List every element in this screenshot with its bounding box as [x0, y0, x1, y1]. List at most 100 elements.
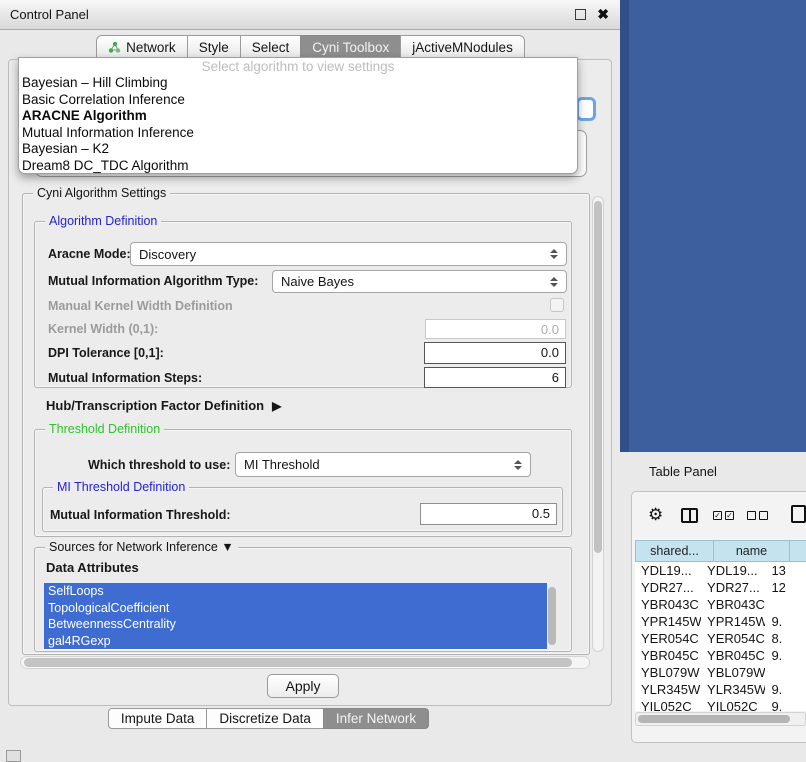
- mi-steps-field[interactable]: 6: [424, 367, 566, 388]
- tab-impute-data[interactable]: Impute Data: [108, 708, 208, 729]
- group-title: Cyni Algorithm Settings: [33, 186, 170, 200]
- unchecked-box-icon: [747, 511, 756, 520]
- table-cell: 12: [765, 579, 806, 596]
- checked-box-icon: ✓: [713, 511, 722, 520]
- desktop-background: GALGAL80GAL10GAL1GAL11SWI4GAL4GCY1HAP4YH…: [620, 0, 806, 452]
- tab-discretize-data[interactable]: Discretize Data: [206, 708, 324, 729]
- control-panel-tabbar: Network Style Select Cyni Toolbox jActiv…: [0, 33, 620, 59]
- table-cell: 8.: [765, 630, 806, 647]
- hub-definition-expander[interactable]: Hub/Transcription Factor Definition▶: [46, 398, 281, 413]
- float-window-icon[interactable]: [575, 9, 586, 20]
- mi-threshold-field[interactable]: 0.5: [420, 503, 557, 525]
- attribute-item-selected[interactable]: gal4RGexp: [44, 633, 547, 650]
- apply-button[interactable]: Apply: [267, 674, 339, 698]
- gear-icon[interactable]: ⚙: [648, 505, 663, 525]
- tab-cyni-toolbox[interactable]: Cyni Toolbox: [300, 35, 401, 59]
- tab-label: Select: [252, 40, 290, 55]
- table-row[interactable]: YER054CYER054C8.: [635, 630, 806, 647]
- mi-type-label: Mutual Information Algorithm Type:: [48, 274, 258, 288]
- table-cell: YLR345W: [635, 681, 701, 698]
- network-icon: [108, 41, 121, 54]
- tab-style[interactable]: Style: [187, 35, 241, 59]
- table-cell: 13: [765, 562, 806, 579]
- table-panel-title: Table Panel: [649, 464, 717, 479]
- unchecked-box-icon: [759, 511, 768, 520]
- tab-infer-network[interactable]: Infer Network: [323, 708, 429, 729]
- attributes-scrollbar[interactable]: [548, 587, 556, 645]
- tab-label: Discretize Data: [219, 711, 311, 726]
- settings-horizontal-scrollbar[interactable]: [20, 656, 590, 669]
- algorithm-option[interactable]: ARACNE Algorithm: [19, 108, 577, 125]
- table-cell: [765, 664, 806, 681]
- tab-label: jActiveMNodules: [412, 40, 513, 55]
- scrollbar-thumb[interactable]: [24, 658, 572, 667]
- algorithm-option[interactable]: Mutual Information Inference: [19, 125, 577, 142]
- tab-network[interactable]: Network: [96, 35, 188, 59]
- chevron-right-icon: ▶: [272, 399, 281, 413]
- aracne-mode-combobox[interactable]: Discovery: [130, 242, 567, 266]
- table-cell: YIL052C: [635, 698, 701, 711]
- manual-kernel-checkbox[interactable]: [550, 298, 564, 312]
- export-icon[interactable]: [791, 505, 806, 523]
- attribute-item-selected[interactable]: BetweennessCentrality: [44, 616, 547, 633]
- table-row[interactable]: YPR145WYPR145W9.: [635, 613, 806, 630]
- table-row[interactable]: YLR345WYLR345W9.: [635, 681, 806, 698]
- settings-vertical-scrollbar[interactable]: [592, 196, 604, 652]
- tab-select[interactable]: Select: [240, 35, 302, 59]
- attribute-item-selected[interactable]: SelfLoops: [44, 583, 547, 600]
- columns-icon[interactable]: [681, 508, 698, 523]
- mi-type-value: Naive Bayes: [281, 274, 354, 289]
- table-row[interactable]: YIL052CYIL052C9.: [635, 698, 806, 711]
- group-title: Algorithm Definition: [45, 214, 161, 228]
- tab-label: Cyni Toolbox: [312, 40, 389, 55]
- table-cell: 9.: [765, 698, 806, 711]
- table-row[interactable]: YBR045CYBR045C9.: [635, 647, 806, 664]
- table-cell: YDR27...: [635, 579, 701, 596]
- kernel-width-field[interactable]: 0.0: [425, 319, 566, 339]
- table-row[interactable]: YBR043CYBR043C: [635, 596, 806, 613]
- group-title: Threshold Definition: [45, 422, 164, 436]
- scrollbar-thumb[interactable]: [638, 715, 790, 723]
- which-threshold-combobox[interactable]: MI Threshold: [235, 452, 531, 477]
- algorithm-option[interactable]: Bayesian – Hill Climbing: [19, 75, 577, 92]
- table-cell: [765, 596, 806, 613]
- column-header-name[interactable]: name: [713, 540, 790, 562]
- algorithm-placeholder: Select algorithm to view settings: [19, 58, 577, 75]
- chevron-down-icon[interactable]: ▼: [221, 540, 233, 554]
- algorithm-option[interactable]: Dream8 DC_TDC Algorithm: [19, 158, 577, 175]
- algorithm-option[interactable]: Bayesian – K2: [19, 141, 577, 158]
- algorithm-option[interactable]: Basic Correlation Inference: [19, 92, 577, 109]
- scrollbar-thumb[interactable]: [594, 201, 602, 553]
- table-cell: YER054C: [635, 630, 701, 647]
- column-header-shared-name[interactable]: shared...: [635, 540, 714, 562]
- table-row[interactable]: YBL079WYBL079W: [635, 664, 806, 681]
- column-header-partial[interactable]: A: [789, 540, 806, 562]
- dpi-tolerance-field[interactable]: 0.0: [424, 342, 566, 364]
- table-row[interactable]: YDR27...YDR27...12: [635, 579, 806, 596]
- tab-jactivemnodules[interactable]: jActiveMNodules: [400, 35, 525, 59]
- table-cell: YBR043C: [701, 596, 765, 613]
- manual-kernel-label: Manual Kernel Width Definition: [48, 299, 233, 313]
- table-cell: 9.: [765, 647, 806, 664]
- attribute-item-selected[interactable]: TopologicalCoefficient: [44, 600, 547, 617]
- docked-panel-icon[interactable]: [6, 750, 21, 762]
- table-cell: YER054C: [701, 630, 765, 647]
- tab-label: Network: [126, 40, 176, 55]
- data-attributes-label: Data Attributes: [46, 560, 139, 575]
- table-horizontal-scrollbar[interactable]: [635, 712, 806, 726]
- data-attributes-list[interactable]: SelfLoopsTopologicalCoefficientBetweenne…: [44, 583, 547, 650]
- group-title: MI Threshold Definition: [53, 480, 189, 494]
- table-cell: YLR345W: [701, 681, 765, 698]
- table-row[interactable]: YDL19...YDL19...13: [635, 562, 806, 579]
- table-cell: 9.: [765, 681, 806, 698]
- table-cell: YIL052C: [701, 698, 765, 711]
- select-all-icon[interactable]: ✓ ✓: [713, 511, 734, 520]
- group-title: Sources for Network Inference ▼: [45, 540, 238, 554]
- mi-type-combobox[interactable]: Naive Bayes: [272, 270, 567, 293]
- tab-label: Infer Network: [336, 711, 416, 726]
- which-threshold-value: MI Threshold: [244, 457, 320, 472]
- deselect-all-icon[interactable]: [747, 511, 768, 520]
- table-cell: YDL19...: [635, 562, 701, 579]
- close-icon[interactable]: ✖: [597, 6, 609, 23]
- focused-combobox-fragment[interactable]: [576, 97, 596, 121]
